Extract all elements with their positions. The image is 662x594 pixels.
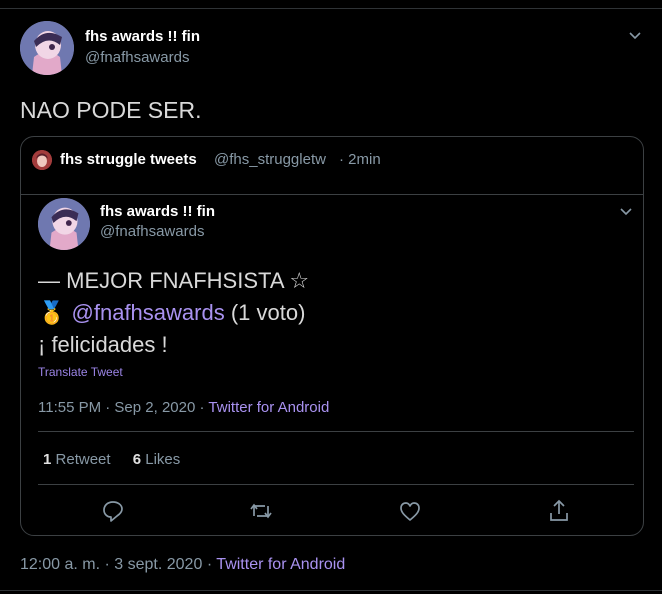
quote-tweet-card[interactable]: fhs struggle tweets @fhs_struggletw · 2m… bbox=[20, 136, 644, 536]
likes-label: Likes bbox=[145, 451, 181, 468]
embedded-author-handle[interactable]: @fnafhsawards bbox=[100, 223, 204, 240]
mention-link[interactable]: @fnafhsawards bbox=[72, 300, 225, 325]
tweet-source-link[interactable]: Twitter for Android bbox=[216, 556, 345, 573]
vote-count: (1 voto) bbox=[230, 300, 306, 325]
likes-stat[interactable]: 6 Likes bbox=[133, 451, 181, 468]
chevron-down-icon[interactable] bbox=[619, 205, 633, 219]
medal-icon: 🥇 bbox=[38, 300, 66, 325]
engagement-stats: 1 Retweet 6 Likes bbox=[43, 451, 198, 468]
quote-avatar[interactable] bbox=[32, 150, 52, 170]
heart-icon[interactable] bbox=[396, 497, 424, 525]
avatar[interactable] bbox=[20, 21, 74, 75]
retweet-icon[interactable] bbox=[247, 497, 275, 525]
embedded-avatar[interactable] bbox=[38, 198, 90, 250]
reply-icon[interactable] bbox=[99, 497, 127, 525]
embedded-timestamp[interactable]: 11:55 PM · Sep 2, 2020 · bbox=[38, 399, 205, 416]
embedded-line-2: 🥇 @fnafhsawards (1 voto) bbox=[38, 300, 305, 326]
author-name[interactable]: fhs awards !! fin bbox=[85, 28, 200, 45]
top-divider bbox=[0, 8, 662, 9]
tweet-text: NAO PODE SER. bbox=[20, 97, 202, 123]
share-icon[interactable] bbox=[545, 497, 573, 525]
quote-header-divider bbox=[21, 194, 643, 195]
retweets-label: Retweet bbox=[55, 451, 111, 468]
tweet-meta: 12:00 a. m. · 3 sept. 2020 · Twitter for… bbox=[20, 556, 345, 574]
translate-tweet-link[interactable]: Translate Tweet bbox=[38, 365, 123, 379]
likes-count: 6 bbox=[132, 451, 142, 468]
quote-author-handle[interactable]: @fhs_struggletw bbox=[214, 151, 326, 168]
action-bar bbox=[21, 497, 643, 525]
meta-separator: · bbox=[206, 556, 213, 573]
quote-timestamp[interactable]: · 2min bbox=[339, 151, 381, 168]
embedded-author-name[interactable]: fhs awards !! fin bbox=[100, 203, 215, 220]
retweets-count: 1 bbox=[43, 451, 52, 468]
embedded-meta: 11:55 PM · Sep 2, 2020 · Twitter for And… bbox=[38, 399, 329, 416]
quote-author-name[interactable]: fhs struggle tweets bbox=[60, 151, 197, 168]
embedded-source-link[interactable]: Twitter for Android bbox=[208, 399, 329, 416]
meta-separator: · bbox=[104, 556, 110, 573]
retweets-stat[interactable]: 1 Retweet bbox=[43, 451, 111, 468]
embedded-line-3: ¡ felicidades ! bbox=[38, 332, 168, 357]
tweet-time[interactable]: 12:00 a. m. bbox=[20, 556, 100, 573]
tweet-date[interactable]: 3 sept. 2020 bbox=[114, 556, 202, 573]
embedded-line-1: — MEJOR FNAFHSISTA ☆ bbox=[38, 268, 310, 293]
bottom-divider bbox=[0, 590, 662, 591]
embedded-divider-1 bbox=[38, 431, 634, 432]
embedded-divider-2 bbox=[38, 484, 634, 485]
author-handle[interactable]: @fnafhsawards bbox=[85, 49, 189, 66]
chevron-down-icon[interactable] bbox=[628, 29, 642, 43]
